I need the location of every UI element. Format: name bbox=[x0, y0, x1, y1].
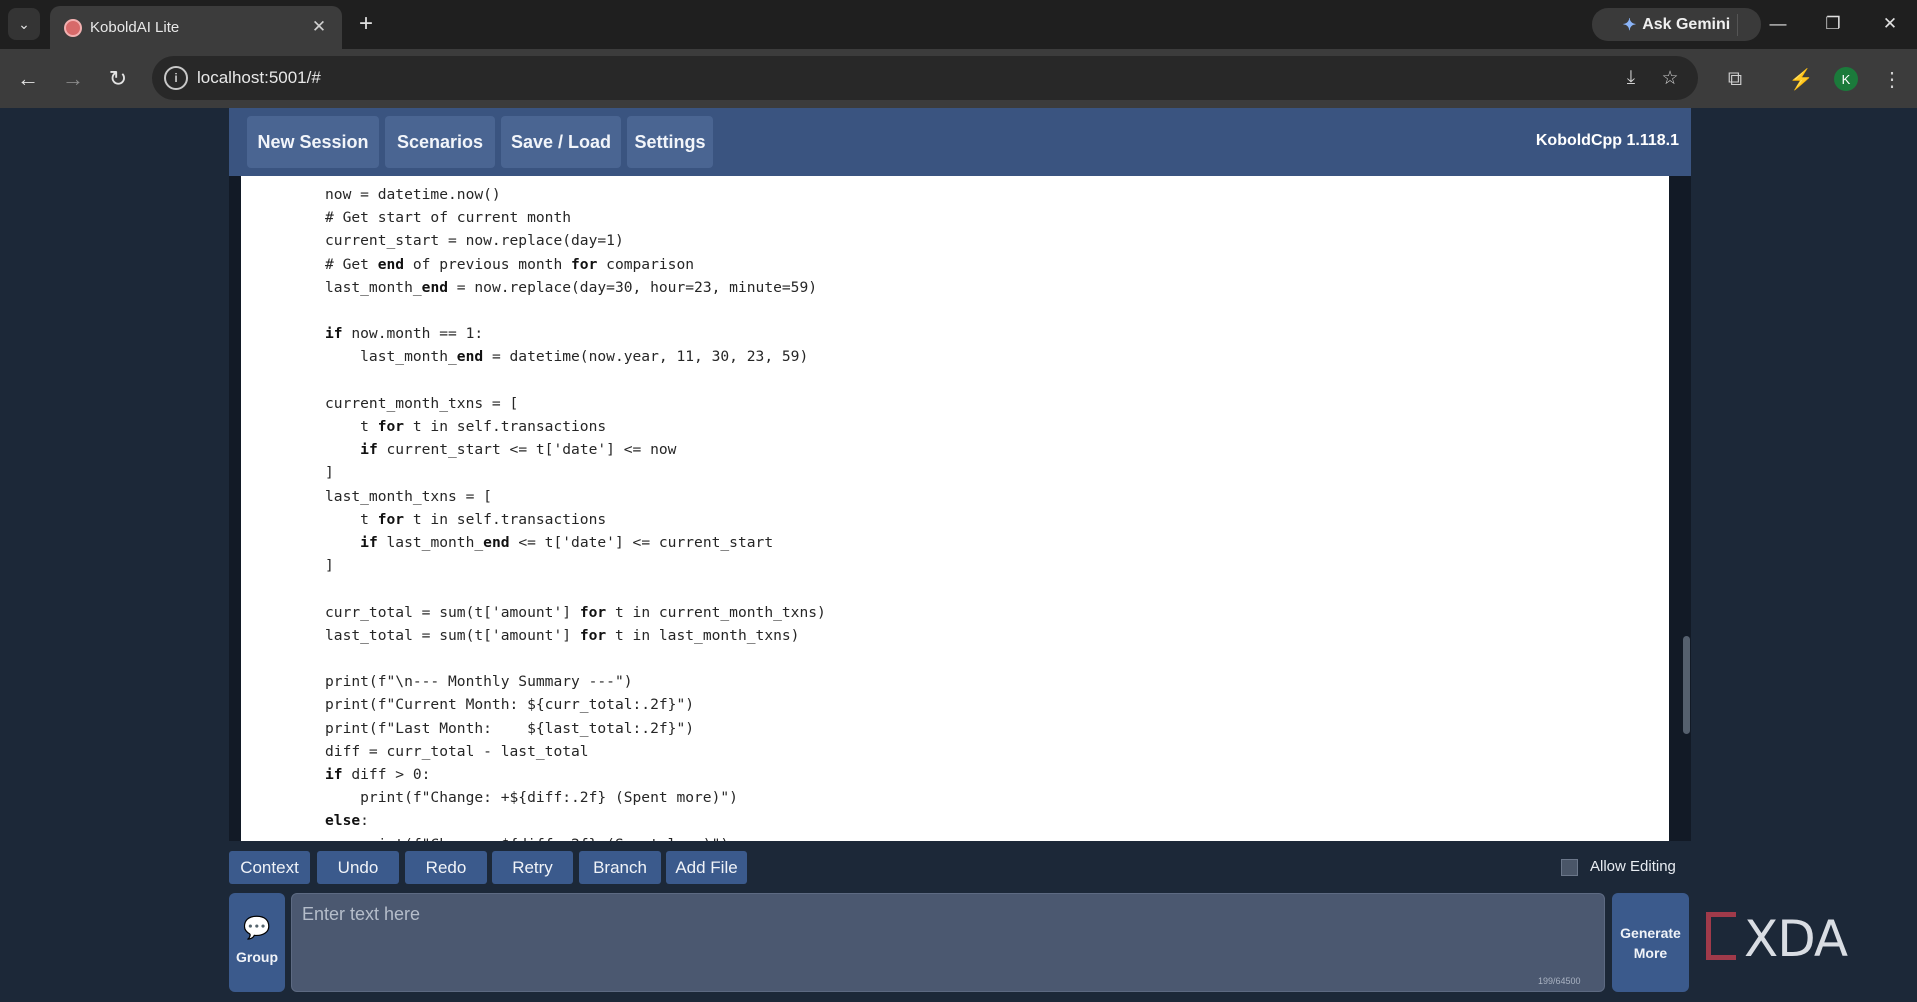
code-line: if current_start <= t['date'] <= now bbox=[360, 441, 677, 459]
branch-button[interactable]: Branch bbox=[579, 851, 661, 884]
kobold-favicon-icon bbox=[64, 19, 82, 37]
browser-tab-active[interactable]: KoboldAI Lite ✕ bbox=[50, 6, 342, 49]
generate-more-button[interactable]: Generate More bbox=[1612, 893, 1689, 992]
group-chat-button[interactable]: 💬 Group bbox=[229, 893, 285, 992]
code-line: current_start = now.replace(day=1) bbox=[325, 232, 624, 250]
code-line: if diff > 0: bbox=[325, 766, 431, 784]
app-version: KoboldCpp 1.118.1 bbox=[1535, 132, 1679, 149]
close-window-button[interactable]: ✕ bbox=[1870, 8, 1910, 40]
input-text-field[interactable] bbox=[291, 893, 1605, 992]
code-line: ​ bbox=[325, 369, 826, 392]
code-line: ] bbox=[325, 557, 334, 575]
back-arrow-icon[interactable]: ← bbox=[12, 63, 44, 95]
app-top-nav: New Session Scenarios Save / Load Settin… bbox=[229, 108, 1691, 176]
address-bar[interactable]: i localhost:5001/# ⤓ ☆ bbox=[152, 56, 1698, 100]
code-line: ​ bbox=[325, 577, 826, 600]
code-line: ​ bbox=[325, 647, 826, 670]
xda-watermark-text: XDA bbox=[1744, 910, 1848, 968]
add-file-button[interactable]: Add File bbox=[666, 851, 747, 884]
group-label: Group bbox=[236, 949, 278, 965]
forward-arrow-icon[interactable]: → bbox=[57, 63, 89, 95]
ask-gemini-button[interactable]: ✦ Ask Gemini bbox=[1592, 8, 1761, 41]
char-count: 199/64500 bbox=[1538, 976, 1581, 986]
save-load-button[interactable]: Save / Load bbox=[501, 116, 621, 168]
minimize-window-button[interactable]: — bbox=[1758, 8, 1798, 40]
code-line: diff = curr_total - last_total bbox=[325, 742, 589, 760]
allow-editing-label[interactable]: Allow Editing bbox=[1590, 858, 1676, 875]
divider bbox=[1737, 14, 1738, 36]
code-line: ] bbox=[325, 464, 334, 482]
code-line: t for t in self.transactions bbox=[325, 510, 607, 528]
code-line: last_total = sum(t['amount'] for t in la… bbox=[325, 626, 800, 644]
code-line: last_month_txns = [ bbox=[325, 487, 492, 505]
code-line: last_month_end = datetime(now.year, 11, … bbox=[325, 348, 809, 366]
new-session-button[interactable]: New Session bbox=[247, 116, 379, 168]
code-block: now = datetime.now() # Get start of curre… bbox=[325, 183, 826, 841]
redo-button[interactable]: Redo bbox=[405, 851, 487, 884]
chevron-down-icon: ⌄ bbox=[18, 15, 30, 32]
ask-gemini-label: Ask Gemini bbox=[1642, 15, 1731, 33]
code-line: t for t in self.transactions bbox=[325, 418, 607, 436]
code-line: if last_month_end <= t['date'] <= curren… bbox=[360, 534, 774, 552]
code-line: print(f"Change: ${diff:.2f} (Spent less)… bbox=[325, 833, 826, 841]
tab-search-button[interactable]: ⌄ bbox=[8, 8, 40, 40]
allow-editing-checkbox[interactable] bbox=[1561, 859, 1578, 876]
generate-label-1: Generate bbox=[1620, 924, 1681, 941]
code-line: print(f"Last Month: ${last_total:.2f}") bbox=[325, 719, 695, 737]
code-line: if now.month == 1: bbox=[325, 325, 484, 343]
code-line: ​ bbox=[325, 299, 826, 322]
chat-bubbles-icon: 💬 bbox=[243, 915, 271, 940]
code-line: print(f"\n--- Monthly Summary ---") bbox=[325, 673, 633, 691]
code-line: # Get start of current month bbox=[325, 209, 572, 227]
code-line: last_month_end = now.replace(day=30, hou… bbox=[325, 278, 818, 296]
menu-kebab-icon[interactable]: ⋮ bbox=[1876, 63, 1908, 95]
site-info-icon[interactable]: i bbox=[164, 66, 188, 90]
reload-icon[interactable]: ↻ bbox=[102, 63, 134, 95]
scenarios-button[interactable]: Scenarios bbox=[385, 116, 495, 168]
xda-bracket-icon bbox=[1706, 912, 1736, 960]
bookmark-star-icon[interactable]: ☆ bbox=[1658, 66, 1682, 90]
undo-button[interactable]: Undo bbox=[317, 851, 399, 884]
tab-title: KoboldAI Lite bbox=[90, 19, 180, 36]
retry-button[interactable]: Retry bbox=[492, 851, 573, 884]
extensions-puzzle-icon[interactable]: ⧉ bbox=[1719, 63, 1751, 95]
xda-watermark: XDA bbox=[1706, 910, 1886, 968]
code-line: print(f"Current Month: ${curr_total:.2f}… bbox=[325, 696, 695, 714]
code-line: # Get end of previous month for comparis… bbox=[325, 255, 695, 273]
context-button[interactable]: Context bbox=[229, 851, 310, 884]
code-line: curr_total = sum(t['amount'] for t in cu… bbox=[325, 603, 826, 621]
generate-label-2: More bbox=[1633, 944, 1668, 961]
browser-tab-strip: ⌄ KoboldAI Lite ✕ + ✦ Ask Gemini — ❐ ✕ bbox=[0, 0, 1917, 49]
url-text[interactable]: localhost:5001/# bbox=[197, 68, 321, 88]
gamescreen[interactable]: now = datetime.now() # Get start of curre… bbox=[241, 176, 1669, 841]
performance-icon[interactable]: ⚡ bbox=[1785, 63, 1817, 95]
code-line: current_month_txns = [ bbox=[325, 394, 519, 412]
install-app-icon[interactable]: ⤓ bbox=[1619, 66, 1643, 90]
settings-button[interactable]: Settings bbox=[627, 116, 713, 168]
code-line: print(f"Change: +${diff:.2f} (Spent more… bbox=[325, 789, 738, 807]
code-line: now = datetime.now() bbox=[325, 186, 501, 203]
gemini-sparkle-icon: ✦ bbox=[1622, 16, 1637, 34]
close-tab-icon[interactable]: ✕ bbox=[308, 16, 330, 38]
restore-window-button[interactable]: ❐ bbox=[1813, 8, 1853, 40]
code-line: else: bbox=[325, 812, 369, 830]
browser-toolbar: ← → ↻ i localhost:5001/# ⤓ ☆ ⧉ ⚡ ⋮ bbox=[0, 49, 1917, 108]
profile-avatar[interactable]: K bbox=[1834, 67, 1858, 91]
new-tab-button[interactable]: + bbox=[352, 10, 380, 38]
scrollbar-thumb[interactable] bbox=[1683, 636, 1690, 734]
